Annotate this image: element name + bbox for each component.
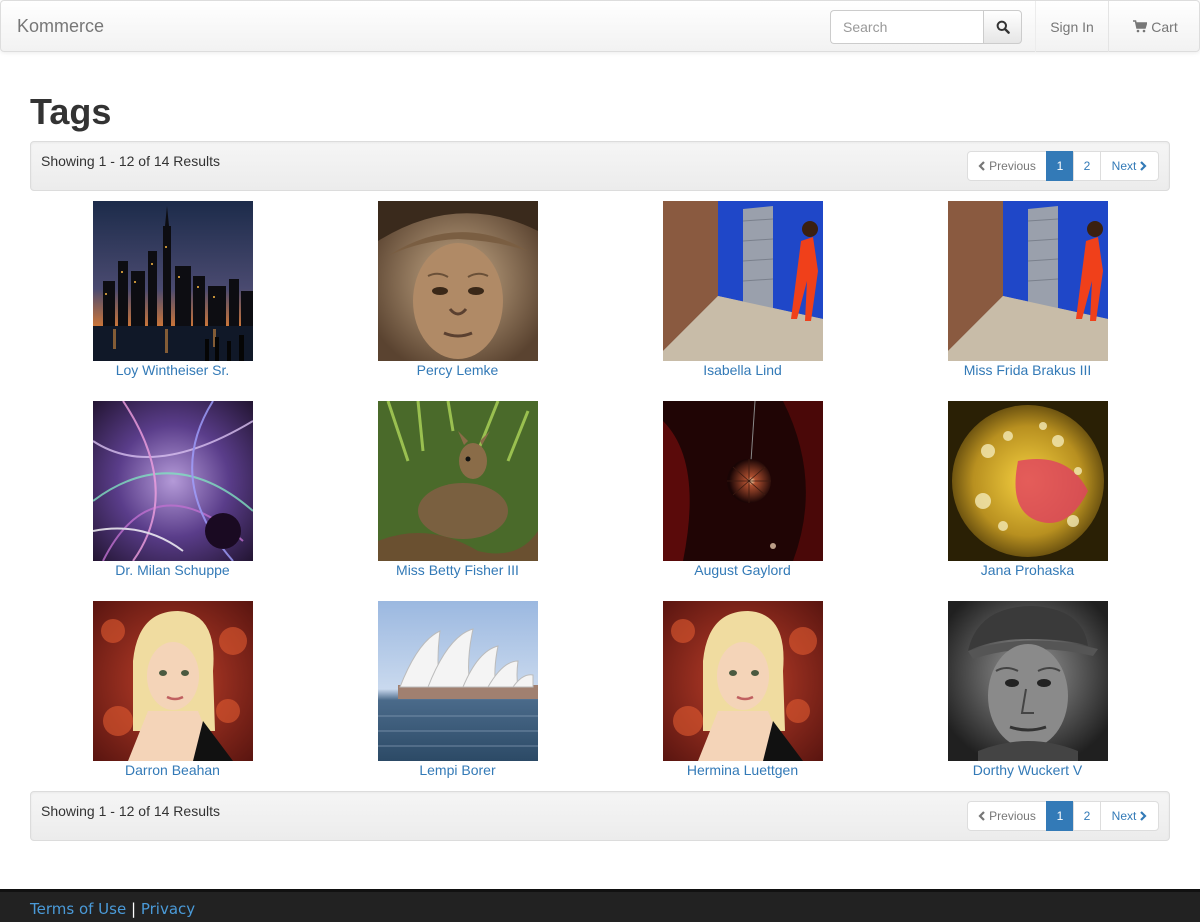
previous-page-button[interactable]: Previous <box>967 801 1047 831</box>
footer-links: Terms of Use | Privacy <box>30 900 195 918</box>
product-card: Isabella Lind <box>600 201 885 391</box>
previous-label: Previous <box>989 809 1036 823</box>
product-card: Loy Wintheiser Sr. <box>30 201 315 391</box>
brand-logo[interactable]: Kommerce <box>17 16 104 37</box>
product-image-elderly-woman[interactable] <box>378 201 538 361</box>
product-image-woman-blue-wall[interactable] <box>663 201 823 361</box>
product-row: Darron Beahan Lempi Borer Hermina Luettg… <box>30 601 1170 791</box>
product-card: Percy Lemke <box>315 201 600 391</box>
product-name-link[interactable]: Dorthy Wuckert V <box>885 761 1170 779</box>
pagination: Previous 1 2 Next <box>967 801 1159 831</box>
product-card: Hermina Luettgen <box>600 601 885 791</box>
sign-in-link[interactable]: Sign In <box>1035 1 1109 52</box>
next-label: Next <box>1111 159 1137 173</box>
product-card: Lempi Borer <box>315 601 600 791</box>
chevron-left-icon <box>978 811 985 821</box>
pagination: Previous 1 2 Next <box>967 151 1159 181</box>
product-card: Dr. Milan Schuppe <box>30 401 315 591</box>
product-card: August Gaylord <box>600 401 885 591</box>
product-image-old-man[interactable] <box>948 601 1108 761</box>
cart-label: Cart <box>1151 18 1178 35</box>
navbar: Kommerce Sign In Cart <box>0 0 1200 52</box>
search-group <box>830 10 1022 44</box>
footer-separator: | <box>130 900 137 918</box>
search-icon <box>996 20 1010 34</box>
search-button[interactable] <box>983 10 1022 44</box>
product-name-link[interactable]: Percy Lemke <box>315 361 600 379</box>
chevron-right-icon <box>1140 811 1147 821</box>
footer: Terms of Use | Privacy <box>0 889 1200 922</box>
product-image-deer-forest[interactable] <box>378 401 538 561</box>
pagination-bar-bottom: Showing 1 - 12 of 14 Results Previous 1 … <box>30 791 1170 841</box>
chevron-right-icon <box>1140 161 1147 171</box>
previous-page-button[interactable]: Previous <box>967 151 1047 181</box>
next-page-button[interactable]: Next <box>1100 801 1159 831</box>
shopping-cart-icon <box>1133 20 1148 33</box>
next-page-button[interactable]: Next <box>1100 151 1159 181</box>
product-name-link[interactable]: Hermina Luettgen <box>600 761 885 779</box>
chevron-left-icon <box>978 161 985 171</box>
product-card: Darron Beahan <box>30 601 315 791</box>
next-label: Next <box>1111 809 1137 823</box>
product-name-link[interactable]: Lempi Borer <box>315 761 600 779</box>
product-card: Miss Betty Fisher III <box>315 401 600 591</box>
terms-of-use-link[interactable]: Terms of Use <box>30 900 126 918</box>
results-count: Showing 1 - 12 of 14 Results <box>41 153 220 169</box>
product-name-link[interactable]: Miss Betty Fisher III <box>315 561 600 579</box>
previous-label: Previous <box>989 159 1036 173</box>
search-input[interactable] <box>830 10 983 44</box>
product-row: Dr. Milan Schuppe Miss Betty Fisher III <box>30 401 1170 591</box>
product-name-link[interactable]: August Gaylord <box>600 561 885 579</box>
cart-link[interactable]: Cart <box>1110 1 1200 52</box>
product-image-city-skyline[interactable] <box>93 201 253 361</box>
product-row: Loy Wintheiser Sr. Percy Lemke Isabella … <box>30 201 1170 391</box>
product-image-oil-bubbles[interactable] <box>948 401 1108 561</box>
pagination-bar-top: Showing 1 - 12 of 14 Results Previous 1 … <box>30 141 1170 191</box>
privacy-link[interactable]: Privacy <box>141 900 195 918</box>
results-count: Showing 1 - 12 of 14 Results <box>41 803 220 819</box>
product-card: Miss Frida Brakus III <box>885 201 1170 391</box>
product-image-abstract-purple[interactable] <box>93 401 253 561</box>
product-image-blonde-woman[interactable] <box>93 601 253 761</box>
product-image-disco-ball[interactable] <box>663 401 823 561</box>
page-button-2[interactable]: 2 <box>1073 801 1101 831</box>
product-name-link[interactable]: Loy Wintheiser Sr. <box>30 361 315 379</box>
page-button-2[interactable]: 2 <box>1073 151 1101 181</box>
product-name-link[interactable]: Darron Beahan <box>30 761 315 779</box>
sign-in-label: Sign In <box>1050 18 1094 35</box>
product-image-opera-house[interactable] <box>378 601 538 761</box>
page-button-1[interactable]: 1 <box>1046 801 1074 831</box>
page-title: Tags <box>30 91 112 132</box>
product-name-link[interactable]: Dr. Milan Schuppe <box>30 561 315 579</box>
product-image-blonde-woman[interactable] <box>663 601 823 761</box>
product-name-link[interactable]: Isabella Lind <box>600 361 885 379</box>
product-image-woman-blue-wall[interactable] <box>948 201 1108 361</box>
product-card: Jana Prohaska <box>885 401 1170 591</box>
product-name-link[interactable]: Jana Prohaska <box>885 561 1170 579</box>
product-name-link[interactable]: Miss Frida Brakus III <box>885 361 1170 379</box>
product-card: Dorthy Wuckert V <box>885 601 1170 791</box>
page-button-1[interactable]: 1 <box>1046 151 1074 181</box>
